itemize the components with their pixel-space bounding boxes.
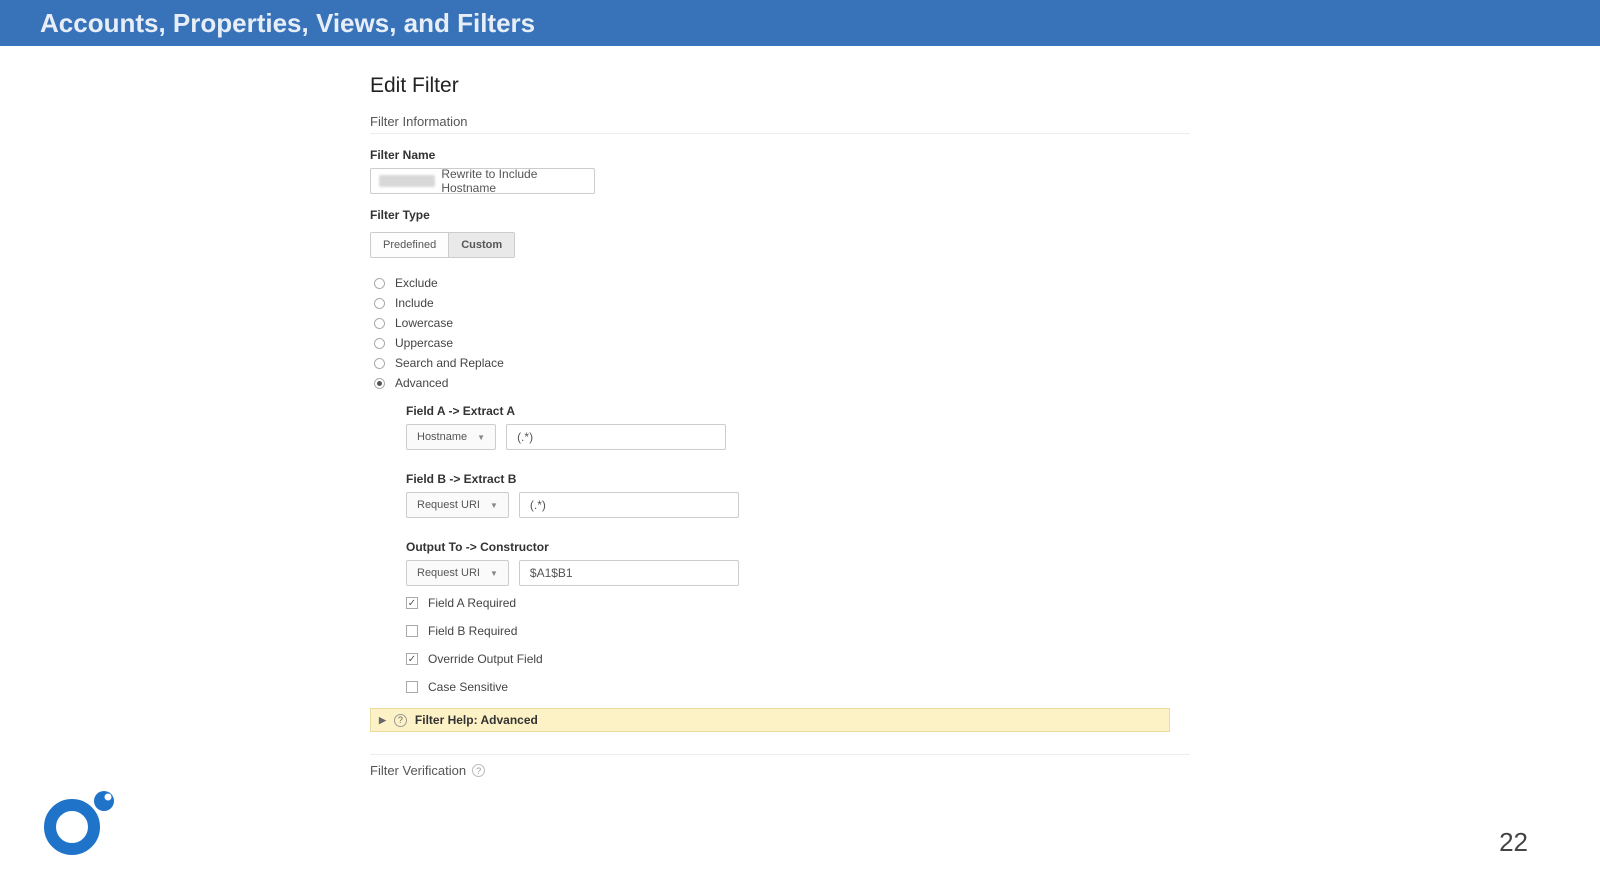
chevron-right-icon: ▶ [379, 715, 386, 726]
radio-icon [374, 338, 385, 349]
filter-name-input[interactable]: Rewrite to Include Hostname [370, 168, 595, 194]
chevron-down-icon: ▼ [490, 501, 498, 510]
radio-icon [374, 278, 385, 289]
radio-search-replace[interactable]: Search and Replace [374, 356, 1190, 370]
redacted-text [379, 175, 435, 187]
input-extract-b[interactable]: (.*) [519, 492, 739, 518]
radio-include[interactable]: Include [374, 296, 1190, 310]
radio-label: Include [395, 296, 434, 310]
radio-uppercase[interactable]: Uppercase [374, 336, 1190, 350]
label-output-to: Output To -> Constructor [406, 540, 1190, 554]
radio-advanced[interactable]: Advanced [374, 376, 1190, 390]
radio-icon [374, 378, 385, 389]
check-override-output[interactable]: ✓ Override Output Field [406, 652, 1190, 666]
dropdown-field-a[interactable]: Hostname ▼ [406, 424, 496, 450]
radio-icon [374, 298, 385, 309]
section-filter-verification: Filter Verification ? [370, 754, 1190, 778]
check-label: Field A Required [428, 596, 516, 610]
dropdown-value: Request URI [417, 567, 480, 579]
label-field-a: Field A -> Extract A [406, 404, 1190, 418]
check-label: Field B Required [428, 624, 517, 638]
filter-type-tabs: Predefined Custom [370, 232, 515, 258]
slide-header: Accounts, Properties, Views, and Filters [0, 0, 1600, 46]
radio-label: Uppercase [395, 336, 453, 350]
advanced-checklist: ✓ Field A Required Field B Required ✓ Ov… [406, 596, 1190, 694]
section-filter-information: Filter Information [370, 114, 1190, 134]
verification-label: Filter Verification [370, 763, 466, 778]
form-content: Edit Filter Filter Information Filter Na… [370, 74, 1190, 778]
dropdown-output[interactable]: Request URI ▼ [406, 560, 509, 586]
radio-label: Advanced [395, 376, 448, 390]
check-case-sensitive[interactable]: Case Sensitive [406, 680, 1190, 694]
logo-o8 [42, 787, 126, 860]
check-label: Case Sensitive [428, 680, 508, 694]
check-field-a-required[interactable]: ✓ Field A Required [406, 596, 1190, 610]
input-value: $A1$B1 [530, 566, 573, 580]
dropdown-field-b[interactable]: Request URI ▼ [406, 492, 509, 518]
radio-label: Exclude [395, 276, 438, 290]
page-number: 22 [1499, 827, 1528, 858]
checkbox-icon: ✓ [406, 653, 418, 665]
chevron-down-icon: ▼ [477, 433, 485, 442]
radio-icon [374, 358, 385, 369]
input-value: (.*) [530, 498, 546, 512]
check-label: Override Output Field [428, 652, 543, 666]
check-field-b-required[interactable]: Field B Required [406, 624, 1190, 638]
checkbox-icon [406, 681, 418, 693]
label-field-b: Field B -> Extract B [406, 472, 1190, 486]
custom-filter-radio-list: Exclude Include Lowercase Uppercase Sear… [374, 276, 1190, 390]
slide-title: Accounts, Properties, Views, and Filters [40, 8, 535, 39]
dropdown-value: Request URI [417, 499, 480, 511]
chevron-down-icon: ▼ [490, 569, 498, 578]
radio-icon [374, 318, 385, 329]
label-filter-name: Filter Name [370, 148, 1190, 162]
tab-custom[interactable]: Custom [448, 233, 514, 257]
tab-predefined[interactable]: Predefined [371, 233, 448, 257]
page-title: Edit Filter [370, 74, 1190, 98]
checkbox-icon: ✓ [406, 597, 418, 609]
input-constructor[interactable]: $A1$B1 [519, 560, 739, 586]
input-value: (.*) [517, 430, 533, 444]
filter-name-value: Rewrite to Include Hostname [441, 167, 586, 195]
question-icon: ? [394, 714, 407, 727]
input-extract-a[interactable]: (.*) [506, 424, 726, 450]
dropdown-value: Hostname [417, 431, 467, 443]
question-icon: ? [472, 764, 485, 777]
label-filter-type: Filter Type [370, 208, 1190, 222]
filter-help-bar[interactable]: ▶ ? Filter Help: Advanced [370, 708, 1170, 732]
radio-exclude[interactable]: Exclude [374, 276, 1190, 290]
radio-label: Search and Replace [395, 356, 504, 370]
help-label: Filter Help: Advanced [415, 713, 538, 727]
radio-lowercase[interactable]: Lowercase [374, 316, 1190, 330]
checkbox-icon [406, 625, 418, 637]
advanced-options-block: Field A -> Extract A Hostname ▼ (.*) Fie… [406, 404, 1190, 586]
radio-label: Lowercase [395, 316, 453, 330]
